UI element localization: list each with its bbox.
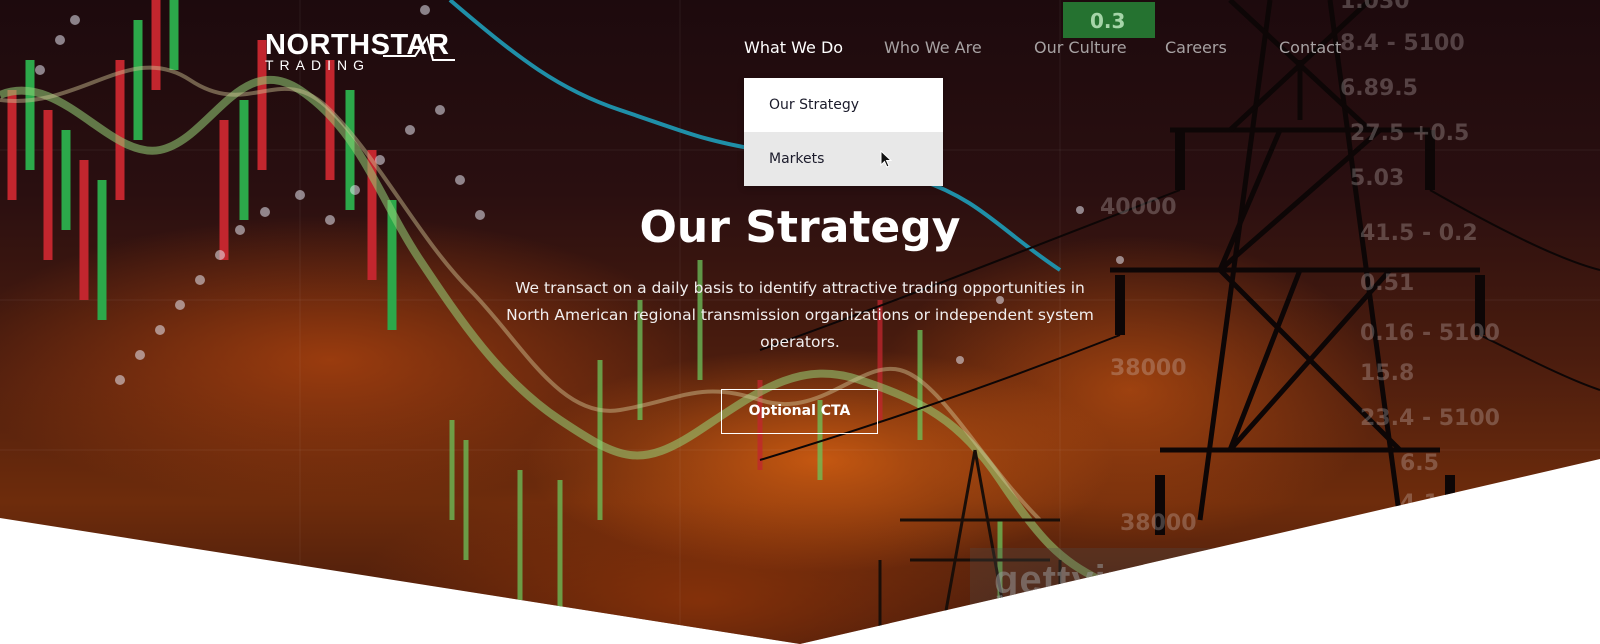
nav-item-our-culture[interactable]: Our Culture <box>1034 38 1127 57</box>
nav-dropdown-menu: Our Strategy Markets <box>744 78 943 186</box>
page-title: Our Strategy <box>639 202 961 253</box>
dropdown-item-markets[interactable]: Markets <box>744 132 943 186</box>
mouse-pointer-icon <box>880 150 893 168</box>
svg-text:27.5 +0.5: 27.5 +0.5 <box>1350 121 1469 146</box>
svg-text:0.51: 0.51 <box>1360 271 1414 296</box>
svg-text:6.89.5: 6.89.5 <box>1340 76 1418 101</box>
svg-text:1.030: 1.030 <box>1340 0 1410 14</box>
page: 1.030 8.4 - 5100 6.89.5 27.5 +0.5 5.03 41.5… <box>0 0 1600 644</box>
svg-text:15.8: 15.8 <box>1360 361 1414 386</box>
hero-description: We transact on a daily basis to identify… <box>506 279 1094 351</box>
svg-text:0.16 - 5100: 0.16 - 5100 <box>1360 321 1500 346</box>
nav-item-who-we-are[interactable]: Who We Are <box>884 38 982 57</box>
nav-item-careers[interactable]: Careers <box>1165 38 1227 57</box>
star-swoosh-icon <box>383 35 455 61</box>
svg-text:23.4 - 5100: 23.4 - 5100 <box>1360 406 1500 431</box>
optional-cta-button[interactable]: Optional CTA <box>721 389 878 434</box>
svg-text:5.03: 5.03 <box>1350 166 1404 191</box>
brand-logo[interactable]: NORTHSTAR TRADING <box>265 30 455 72</box>
svg-text:4.1 - 5100: 4.1 - 5100 <box>1400 491 1525 516</box>
nav-item-contact[interactable]: Contact <box>1279 38 1341 57</box>
watermark: gettyimages <box>970 548 1350 620</box>
svg-text:8.4 - 5100: 8.4 - 5100 <box>1340 31 1465 56</box>
svg-text:0.3: 0.3 <box>1090 9 1125 33</box>
watermark-text: gettyimages <box>994 558 1239 602</box>
nav-item-what-we-do[interactable]: What We Do <box>744 38 843 57</box>
svg-text:38000: 38000 <box>1110 356 1187 381</box>
svg-text:6.5: 6.5 <box>1400 451 1439 476</box>
dropdown-item-our-strategy[interactable]: Our Strategy <box>744 78 943 132</box>
svg-text:38000: 38000 <box>1120 511 1197 536</box>
